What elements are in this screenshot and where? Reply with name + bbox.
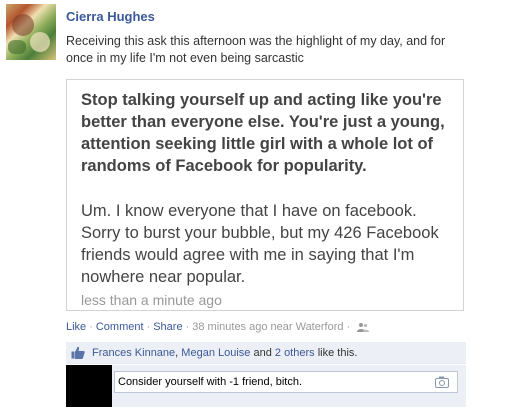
ask-card[interactable]: Stop talking yourself up and acting like… xyxy=(66,79,464,311)
like-link[interactable]: Like xyxy=(66,321,86,333)
friends-icon[interactable] xyxy=(357,322,370,335)
post-actions-bar: Like · Comment · Share · 38 minutes ago near W… xyxy=(66,321,370,335)
share-link[interactable]: Share xyxy=(153,321,182,333)
liker-link-2[interactable]: Megan Louise xyxy=(181,347,250,359)
commenter-avatar xyxy=(66,365,112,407)
liker-link-1[interactable]: Frances Kinnane xyxy=(92,347,175,359)
likes-suffix-text: like this. xyxy=(317,347,358,359)
ask-timestamp: less than a minute ago xyxy=(81,292,222,308)
post-status-text: Receiving this ask this afternoon was th… xyxy=(66,34,446,65)
thumbs-up-icon xyxy=(71,346,85,362)
comment-link[interactable]: Comment xyxy=(96,321,144,333)
comment-input[interactable]: Consider yourself with -1 friend, bitch. xyxy=(114,371,458,393)
others-link[interactable]: 2 others xyxy=(275,347,315,359)
post-author-link[interactable]: Cierra Hughes xyxy=(66,9,155,24)
likes-and-text: and xyxy=(253,347,272,359)
profile-avatar[interactable] xyxy=(6,4,56,60)
comment-text: Consider yourself with -1 friend, bitch. xyxy=(118,376,303,388)
camera-icon[interactable] xyxy=(435,376,449,391)
ask-answer: Um. I know everyone that I have on faceb… xyxy=(81,202,439,286)
post-time-location[interactable]: 38 minutes ago near Waterford xyxy=(192,321,343,333)
comment-row: Consider yourself with -1 friend, bitch. xyxy=(66,365,466,407)
likes-bar: Frances Kinnane, Megan Louise and 2 othe… xyxy=(66,342,466,364)
ask-question: Stop talking yourself up and acting like… xyxy=(81,91,445,175)
